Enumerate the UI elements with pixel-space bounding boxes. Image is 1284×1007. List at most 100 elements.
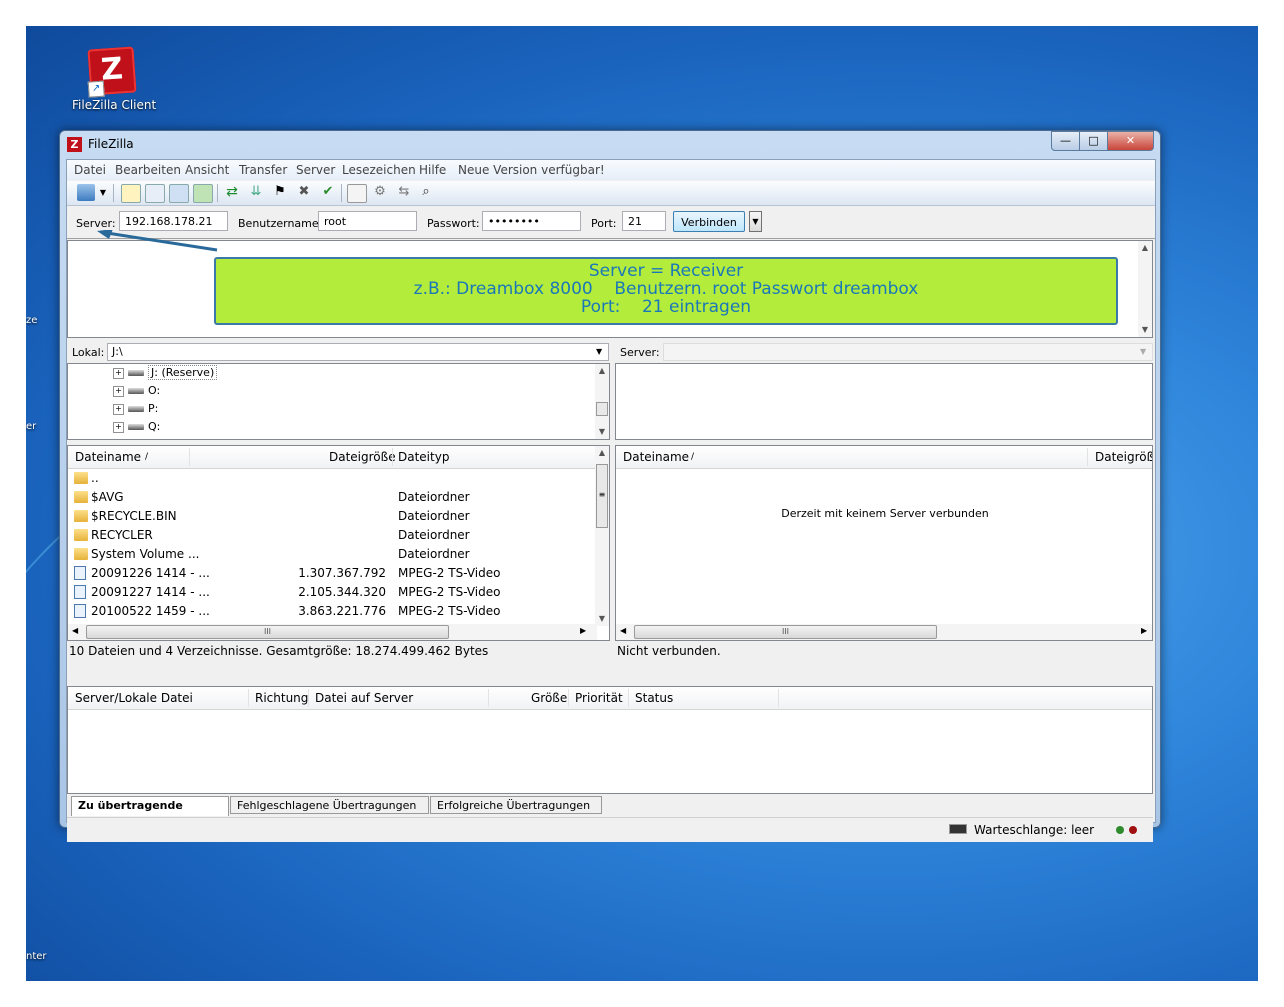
scroll-thumb[interactable]: ≡	[596, 464, 608, 528]
toggle-message-log-icon[interactable]	[121, 184, 141, 203]
synchronized-browsing-icon[interactable]: ⇆	[395, 184, 413, 201]
menu-lesezeichen[interactable]: Lesezeichen	[342, 163, 416, 177]
column-separator	[189, 448, 190, 466]
scroll-thumb[interactable]: III	[634, 625, 937, 639]
log-scrollbar[interactable]: ▲ ▼	[1138, 241, 1152, 337]
maximize-button[interactable]: □	[1079, 131, 1108, 151]
expand-icon[interactable]: +	[113, 421, 124, 433]
sort-indicator-icon: /	[145, 452, 149, 462]
local-horizontal-scrollbar[interactable]: ◀ III ▶	[68, 624, 597, 640]
speed-limit-icon[interactable]	[949, 824, 967, 834]
scroll-up-icon[interactable]: ▲	[595, 364, 609, 378]
remote-file-list[interactable]: Dateiname / Dateigröße Derzeit mit keine…	[615, 445, 1153, 641]
remote-horizontal-scrollbar[interactable]: ◀ III ▶	[616, 624, 1152, 640]
scroll-up-icon[interactable]: ▲	[1138, 241, 1152, 255]
tree-scrollbar[interactable]: ▲ ▼	[595, 364, 609, 439]
remote-directory-tree[interactable]	[615, 363, 1153, 440]
toggle-remote-tree-icon[interactable]	[169, 184, 189, 203]
column-status[interactable]: Status	[635, 691, 673, 705]
toolbar: ▼ ⇄ ⇊ ⚑ ✖ ✔ ⚙ ⇆ ⌕	[67, 181, 1155, 206]
column-filesize[interactable]: Dateigröße	[1095, 450, 1152, 464]
table-row[interactable]: ..	[68, 469, 597, 488]
column-filesize[interactable]: Dateigröße	[329, 450, 396, 464]
scroll-up-icon[interactable]: ▲	[595, 446, 609, 460]
search-remote-files-icon[interactable]: ⌕	[417, 184, 435, 201]
tab-queued-files[interactable]: Zu übertragende Dateien	[71, 796, 229, 829]
tree-item[interactable]: + Q:	[113, 418, 160, 436]
tab-failed-transfers[interactable]: Fehlgeschlagene Übertragungen	[230, 796, 429, 814]
menu-transfer[interactable]: Transfer	[239, 163, 287, 177]
title-bar[interactable]: Z FileZilla — □ ✕	[60, 131, 1160, 157]
column-filename[interactable]: Dateiname	[623, 450, 689, 464]
table-row[interactable]: $AVG Dateiordner	[68, 488, 597, 507]
table-row[interactable]: System Volume ... Dateiordner	[68, 545, 597, 564]
column-filetype[interactable]: Dateityp	[398, 450, 449, 464]
table-row[interactable]: $RECYCLE.BIN Dateiordner	[68, 507, 597, 526]
file-list-scrollbar[interactable]: ▲ ≡ ▼	[595, 446, 609, 626]
disconnect-icon[interactable]: ✖	[295, 184, 313, 201]
connect-history-dropdown[interactable]: ▼	[749, 211, 762, 232]
local-file-list[interactable]: Dateiname / Dateigröße Dateityp .. $AVG Da…	[67, 445, 610, 641]
toggle-transfer-queue-icon[interactable]	[193, 184, 213, 203]
tree-item[interactable]: + J: (Reserve)	[113, 364, 218, 382]
menu-ansicht[interactable]: Ansicht	[185, 163, 229, 177]
column-priority[interactable]: Priorität	[575, 691, 623, 705]
connect-button[interactable]: Verbinden	[673, 211, 745, 232]
tab-successful-transfers[interactable]: Erfolgreiche Übertragungen	[430, 796, 602, 814]
port-input[interactable]: 21	[622, 211, 666, 231]
scroll-down-icon[interactable]: ▼	[595, 612, 609, 626]
table-row[interactable]: 20091226 1414 - ... 1.307.367.792 MPEG-2 T…	[68, 564, 597, 583]
refresh-icon[interactable]: ⇄	[223, 184, 241, 201]
annotation-line-3: Port: 21 eintragen	[580, 297, 752, 317]
minimize-button[interactable]: —	[1051, 131, 1080, 151]
site-manager-icon[interactable]	[77, 184, 95, 201]
chevron-down-icon[interactable]: ▼	[1140, 347, 1146, 356]
menu-bearbeiten[interactable]: Bearbeiten	[115, 163, 181, 177]
scroll-down-icon[interactable]: ▼	[1138, 323, 1152, 337]
scroll-left-icon[interactable]: ◀	[72, 626, 78, 635]
process-queue-icon[interactable]: ⇊	[247, 184, 265, 201]
desktop-edge-label: ze	[26, 315, 38, 326]
column-local-file[interactable]: Server/Lokale Datei	[75, 691, 193, 705]
tree-item[interactable]: + P:	[113, 400, 158, 418]
scroll-right-icon[interactable]: ▶	[580, 626, 586, 635]
username-input[interactable]: root	[318, 211, 417, 231]
scroll-right-icon[interactable]: ▶	[1141, 626, 1147, 635]
scroll-left-icon[interactable]: ◀	[620, 626, 626, 635]
cancel-operation-icon[interactable]: ⚑	[271, 184, 289, 201]
local-directory-tree[interactable]: + J: (Reserve) + O: + P: + Q: ▲ ▼	[67, 363, 610, 440]
toggle-local-tree-icon[interactable]	[145, 184, 165, 203]
expand-icon[interactable]: +	[113, 385, 124, 397]
menu-server[interactable]: Server	[296, 163, 335, 177]
close-button[interactable]: ✕	[1107, 131, 1154, 151]
expand-icon[interactable]: +	[113, 367, 124, 379]
column-remote-file[interactable]: Datei auf Server	[315, 691, 413, 705]
tree-item[interactable]: + O:	[113, 382, 160, 400]
column-size[interactable]: Größe	[531, 691, 567, 705]
column-direction[interactable]: Richtung	[255, 691, 308, 705]
remote-path-input[interactable]	[663, 343, 1153, 361]
directory-comparison-icon[interactable]: ⚙	[371, 184, 389, 201]
directory-listing-filters-icon[interactable]	[347, 184, 367, 203]
local-path-input[interactable]: J:\	[107, 343, 609, 361]
reconnect-icon[interactable]: ✔	[319, 184, 337, 201]
table-row[interactable]: 20100522 1459 - ... 3.863.221.776 MPEG-2 T…	[68, 602, 597, 621]
scroll-down-icon[interactable]: ▼	[595, 425, 609, 439]
menu-new-version[interactable]: Neue Version verfügbar!	[458, 163, 605, 177]
column-filename[interactable]: Dateiname	[75, 450, 141, 464]
menu-datei[interactable]: Datei	[74, 163, 106, 177]
table-row[interactable]: RECYCLER Dateiordner	[68, 526, 597, 545]
scroll-thumb[interactable]: III	[86, 625, 449, 639]
transfer-queue[interactable]: Server/Lokale Datei Richtung Datei auf S…	[67, 686, 1153, 794]
expand-icon[interactable]: +	[113, 403, 124, 415]
server-input[interactable]: 192.168.178.21	[119, 211, 228, 231]
password-input[interactable]: ••••••••	[482, 211, 581, 231]
filezilla-desktop-shortcut[interactable]: Z ↗ FileZilla Client	[72, 46, 156, 112]
site-manager-dropdown-icon[interactable]: ▼	[97, 184, 109, 201]
scroll-thumb[interactable]	[596, 402, 608, 416]
table-row[interactable]: 20091227 1414 - ... 2.105.344.320 MPEG-2 T…	[68, 583, 597, 602]
chevron-down-icon[interactable]: ▼	[596, 347, 602, 356]
menu-hilfe[interactable]: Hilfe	[419, 163, 446, 177]
local-path-bar: Lokal: J:\ ▼	[67, 341, 610, 363]
queue-header: Server/Lokale Datei Richtung Datei auf S…	[68, 687, 1152, 710]
